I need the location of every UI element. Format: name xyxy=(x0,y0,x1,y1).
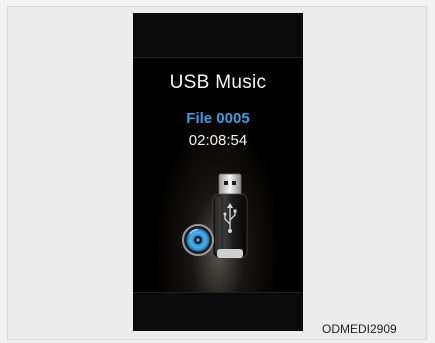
display-content: USB Music File 0005 02:08:54 xyxy=(133,58,303,292)
figure-code: ODMEDI2909 xyxy=(322,322,397,336)
elapsed-time: 02:08:54 xyxy=(188,132,248,149)
head-unit-display: USB Music File 0005 02:08:54 xyxy=(133,13,303,331)
display-bottom-bar xyxy=(133,292,303,331)
disc-icon xyxy=(182,224,214,256)
source-title: USB Music xyxy=(169,72,267,93)
usb-plug xyxy=(218,173,242,197)
file-number: File 0005 xyxy=(186,110,250,127)
usb-flash-drive-icon xyxy=(182,173,248,259)
display-top-bar xyxy=(133,13,303,58)
